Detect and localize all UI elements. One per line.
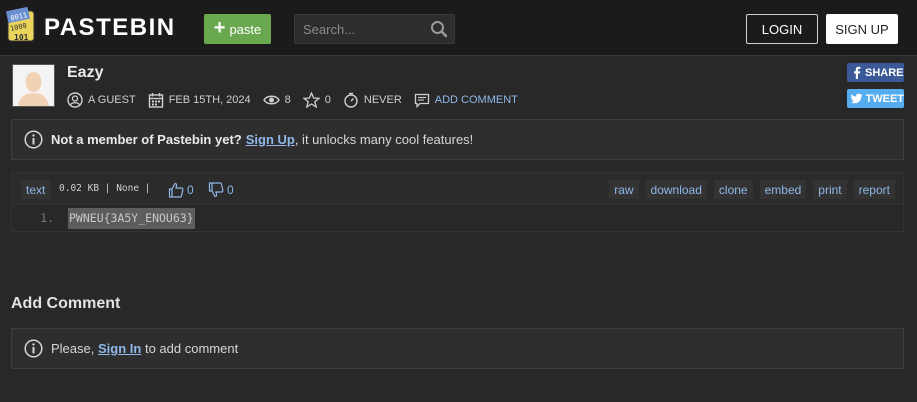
dislike-count: 0 [227, 182, 234, 197]
add-comment-label[interactable]: ADD COMMENT [435, 94, 518, 106]
new-paste-label: paste [229, 21, 262, 37]
signin-prompt: Please, Sign In to add comment [11, 328, 904, 369]
star-count: 0 [324, 94, 331, 106]
code-line: 1. PWNEU{3A5Y_ENOU63} [12, 207, 903, 229]
signup-button[interactable]: SIGN UP [826, 14, 898, 44]
paste-date: FEB 15TH, 2024 [168, 94, 251, 106]
svg-text:101: 101 [14, 33, 29, 42]
add-comment-link[interactable]: ADD COMMENT [414, 93, 518, 108]
search-box [294, 14, 455, 44]
thumbs-up-icon [168, 182, 184, 198]
search-input[interactable] [295, 15, 425, 43]
notice-signup-link[interactable]: Sign Up [246, 132, 295, 147]
twitter-tweet-button[interactable]: TWEET [847, 89, 904, 108]
code-text[interactable]: PWNEU{3A5Y_ENOU63} [68, 208, 195, 229]
date-info: FEB 15TH, 2024 [148, 92, 251, 108]
comment-icon [414, 93, 429, 108]
code-box: text 0.02 KB | None | 0 0 raw download c… [11, 172, 904, 232]
raw-button[interactable]: raw [609, 180, 639, 199]
calendar-icon [148, 93, 163, 108]
stars-info[interactable]: 0 [302, 92, 331, 108]
author-avatar [12, 64, 55, 107]
info-icon [24, 130, 43, 149]
add-comment-heading: Add Comment [11, 295, 121, 312]
syntax-label[interactable]: text [21, 180, 51, 199]
facebook-share-button[interactable]: SHARE [847, 63, 904, 82]
login-button[interactable]: LOGIN [746, 14, 818, 44]
user-icon [67, 92, 83, 108]
download-button[interactable]: download [645, 180, 707, 199]
like-button[interactable]: 0 [168, 180, 194, 199]
new-paste-button[interactable]: + paste [204, 14, 271, 44]
star-icon[interactable] [302, 92, 320, 108]
report-button[interactable]: report [853, 180, 895, 199]
tweet-label: TWEET [865, 92, 905, 105]
line-number: 1. [40, 211, 54, 225]
code-actions: raw download clone embed print report [609, 180, 895, 199]
paste-meta: A GUEST FEB 15TH, 2024 8 0 NEVER ADD COM… [67, 91, 530, 109]
print-button[interactable]: print [813, 180, 847, 199]
site-logo-text[interactable]: PASTEBIN [44, 14, 176, 42]
view-count: 8 [284, 94, 291, 106]
signup-notice: Not a member of Pastebin yet? Sign Up , … [11, 119, 904, 160]
plus-icon: + [213, 17, 226, 39]
clone-button[interactable]: clone [713, 180, 753, 199]
expiration-value: NEVER [363, 94, 402, 106]
author-info: A GUEST [67, 92, 136, 108]
author-name: A GUEST [88, 94, 136, 106]
site-header: 0011 1000 101 PASTEBIN + paste LOGIN SIG… [0, 0, 917, 56]
paste-size-info: 0.02 KB | None | [59, 183, 151, 194]
paste-title: Eazy [67, 64, 104, 81]
signin-prompt-prefix: Please, [51, 341, 95, 356]
expiration-info: NEVER [343, 92, 402, 108]
share-label: SHARE [865, 66, 904, 79]
signin-link[interactable]: Sign In [98, 341, 141, 356]
twitter-icon [851, 93, 863, 104]
views-info: 8 [262, 92, 291, 108]
like-count: 0 [187, 182, 194, 197]
embed-button[interactable]: embed [759, 180, 807, 199]
code-toolbar: text 0.02 KB | None | 0 0 raw download c… [12, 173, 903, 205]
eye-icon [262, 95, 280, 105]
notice-bold-text: Not a member of Pastebin yet? [51, 132, 242, 147]
stopwatch-icon [344, 92, 358, 108]
notice-rest-text: , it unlocks many cool features! [294, 132, 474, 147]
search-icon[interactable] [430, 20, 448, 38]
facebook-icon [854, 66, 861, 79]
dislike-button[interactable]: 0 [208, 180, 234, 199]
pastebin-logo-icon[interactable]: 0011 1000 101 [5, 6, 37, 45]
info-icon [24, 339, 43, 358]
thumbs-down-icon [208, 181, 224, 197]
signin-prompt-suffix: to add comment [144, 341, 239, 356]
